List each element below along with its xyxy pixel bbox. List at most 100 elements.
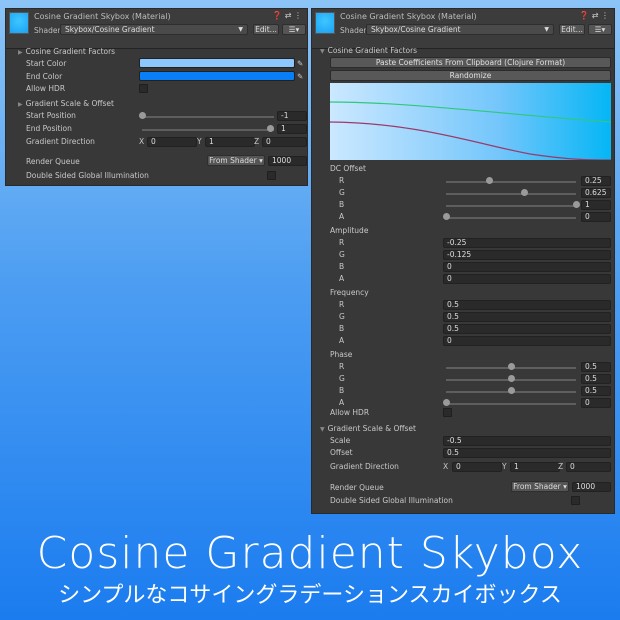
channel-slider[interactable] (446, 403, 576, 405)
randomize-button[interactable]: Randomize (330, 70, 611, 81)
shader-label: Shader (340, 26, 367, 35)
end-color-field[interactable] (139, 71, 295, 81)
direction-x-field[interactable]: 0 (147, 137, 197, 147)
direction-x-field[interactable]: 0 (452, 462, 502, 472)
shader-value: Skybox/Cosine Gradient (371, 25, 461, 34)
channel-value-field[interactable]: 0 (581, 212, 611, 222)
channel-value-field[interactable]: 0.25 (581, 176, 611, 186)
slider-handle[interactable] (508, 387, 515, 394)
offset-label: Offset (330, 448, 353, 457)
shader-dropdown[interactable]: Skybox/Cosine Gradient ▼ (366, 24, 554, 35)
end-position-field[interactable]: 1 (277, 124, 307, 134)
z-label: Z (254, 137, 260, 146)
channel-value-field[interactable]: 0 (581, 398, 611, 408)
render-queue-dropdown[interactable]: From Shader ▾ (511, 481, 569, 492)
material-preview-thumbnail (9, 12, 29, 34)
render-queue-field[interactable]: 1000 (572, 482, 611, 492)
channel-value-field[interactable]: 0.5 (443, 300, 611, 310)
paste-coefficients-button[interactable]: Paste Coefficients From Clipboard (Cloju… (330, 57, 611, 68)
double-sided-gi-checkbox[interactable] (571, 496, 580, 505)
channel-label: R (339, 362, 345, 371)
render-queue-field[interactable]: 1000 (268, 156, 307, 166)
eyedropper-icon[interactable]: ✎ (297, 71, 303, 82)
channel-slider[interactable] (446, 217, 576, 219)
allow-hdr-checkbox[interactable] (139, 84, 148, 93)
foldout-gradient-scale-offset[interactable]: ▶ Gradient Scale & Offset (18, 98, 114, 109)
header-icons[interactable]: ❓ ⇄ ⋮ (272, 11, 302, 20)
channel-value-field[interactable]: 0.5 (581, 374, 611, 384)
gradient-preview (330, 83, 611, 160)
channel-value-field[interactable]: -0.125 (443, 250, 611, 260)
render-queue-label: Render Queue (26, 157, 80, 166)
direction-y-field[interactable]: 1 (205, 137, 255, 147)
channel-value-field[interactable]: 0 (443, 274, 611, 284)
allow-hdr-label: Allow HDR (330, 408, 370, 417)
channel-slider[interactable] (446, 181, 576, 183)
slider-handle[interactable] (485, 177, 493, 184)
direction-z-field[interactable]: 0 (262, 137, 307, 147)
slider-handle[interactable] (508, 363, 515, 370)
list-menu-button[interactable]: ☰▾ (282, 24, 306, 35)
channel-label: R (339, 300, 345, 309)
y-label: Y (197, 137, 202, 146)
eyedropper-icon[interactable]: ✎ (297, 58, 303, 69)
slider-handle[interactable] (521, 189, 528, 196)
start-position-slider[interactable] (142, 116, 274, 118)
channel-slider[interactable] (446, 205, 576, 207)
header-icons[interactable]: ❓ ⇄ ⋮ (579, 11, 609, 20)
direction-y-field[interactable]: 1 (510, 462, 560, 472)
channel-value-field[interactable]: 1 (581, 200, 611, 210)
shader-label: Shader (34, 26, 61, 35)
channel-label: G (339, 312, 345, 321)
slider-handle[interactable] (508, 375, 515, 382)
channel-value-field[interactable]: 0.5 (443, 324, 611, 334)
double-sided-gi-label: Double Sided Global Illumination (26, 171, 149, 180)
slider-handle[interactable] (443, 399, 450, 406)
start-position-label: Start Position (26, 111, 76, 120)
render-queue-dropdown[interactable]: From Shader ▾ (207, 155, 265, 166)
channel-label: G (339, 374, 345, 383)
channel-slider[interactable] (446, 193, 576, 195)
channel-value-field[interactable]: 0.625 (581, 188, 611, 198)
list-menu-button[interactable]: ☰▾ (588, 24, 612, 35)
double-sided-gi-checkbox[interactable] (267, 171, 276, 180)
foldout-cosine-gradient-factors[interactable]: ▼ Cosine Gradient Factors (320, 45, 417, 56)
foldout-cosine-gradient-factors[interactable]: ▶ Cosine Gradient Factors (18, 46, 115, 57)
slider-handle[interactable] (267, 125, 274, 132)
channel-label: G (339, 188, 345, 197)
channel-value-field[interactable]: -0.25 (443, 238, 611, 248)
end-position-slider[interactable] (142, 129, 274, 131)
channel-value-field[interactable]: 0.5 (581, 362, 611, 372)
allow-hdr-checkbox[interactable] (443, 408, 452, 417)
render-queue-mode: From Shader (513, 482, 561, 491)
direction-z-field[interactable]: 0 (566, 462, 611, 472)
banner-subtitle: シンプルなコサイングラデーションスカイボックス (58, 583, 562, 608)
x-label: X (443, 462, 449, 471)
edit-shader-button[interactable]: Edit... (253, 24, 279, 35)
scale-field[interactable]: -0.5 (443, 436, 611, 446)
channel-value-field[interactable]: 0 (443, 336, 611, 346)
start-position-field[interactable]: -1 (277, 111, 307, 121)
foldout-gradient-scale-offset[interactable]: ▼ Gradient Scale & Offset (320, 423, 416, 434)
shader-value: Skybox/Cosine Gradient (65, 25, 155, 34)
channel-label: A (339, 336, 345, 345)
x-label: X (139, 137, 145, 146)
gradient-direction-label: Gradient Direction (26, 137, 95, 146)
channel-value-field[interactable]: 0 (443, 262, 611, 272)
slider-handle[interactable] (573, 201, 580, 208)
material-header: Cosine Gradient Skybox (Material) ❓ ⇄ ⋮ … (312, 9, 614, 49)
channel-value-field[interactable]: 0.5 (443, 312, 611, 322)
edit-shader-button[interactable]: Edit... (559, 24, 585, 35)
group-label: Amplitude (330, 226, 369, 235)
material-title: Cosine Gradient Skybox (Material) (340, 12, 477, 21)
foldout-label: Gradient Scale & Offset (25, 99, 114, 108)
triangle-right-icon: ▶ (18, 101, 23, 108)
slider-handle[interactable] (139, 112, 146, 119)
offset-field[interactable]: 0.5 (443, 448, 611, 458)
start-color-field[interactable] (139, 58, 295, 68)
channel-value-field[interactable]: 0.5 (581, 386, 611, 396)
shader-dropdown[interactable]: Skybox/Cosine Gradient ▼ (60, 24, 248, 35)
group-label: Phase (330, 350, 353, 359)
slider-handle[interactable] (443, 213, 450, 220)
foldout-label: Cosine Gradient Factors (25, 47, 116, 56)
